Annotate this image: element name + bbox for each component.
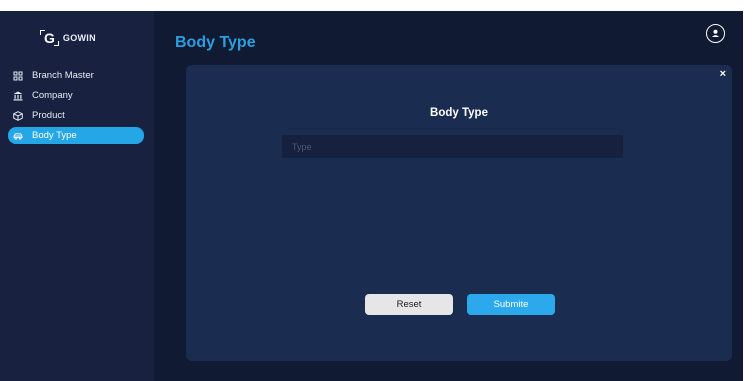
body-type-modal: × Body Type Reset Submite — [186, 65, 732, 361]
cube-icon — [12, 110, 24, 122]
app-window: G GOWIN Branch Master Company Product Bo… — [0, 11, 743, 381]
branch-icon — [12, 70, 24, 82]
sidebar-item-branch-master[interactable]: Branch Master — [8, 67, 144, 84]
sidebar-item-company[interactable]: Company — [8, 87, 144, 104]
sidebar-item-label: Product — [32, 110, 65, 121]
page-title: Body Type — [175, 34, 256, 51]
sidebar-item-label: Body Type — [32, 130, 77, 141]
close-button[interactable]: × — [720, 68, 726, 80]
sidebar-item-body-type[interactable]: Body Type — [8, 127, 144, 144]
sidebar: G GOWIN Branch Master Company Product Bo… — [0, 11, 154, 381]
sidebar-item-label: Branch Master — [32, 70, 94, 81]
modal-title: Body Type — [430, 107, 488, 119]
logo-mark: G — [40, 30, 59, 46]
user-icon — [712, 29, 719, 37]
submit-button[interactable]: Submite — [467, 294, 555, 315]
sidebar-item-label: Company — [32, 90, 73, 101]
profile-button[interactable] — [706, 24, 725, 43]
reset-button[interactable]: Reset — [365, 294, 453, 315]
car-icon — [12, 130, 24, 142]
type-input[interactable] — [282, 135, 623, 158]
logo: G GOWIN — [40, 30, 96, 46]
sidebar-item-product[interactable]: Product — [8, 107, 144, 124]
logo-text: GOWIN — [62, 33, 96, 43]
sidebar-nav: Branch Master Company Product Body Type — [8, 67, 144, 147]
bank-icon — [12, 90, 24, 102]
